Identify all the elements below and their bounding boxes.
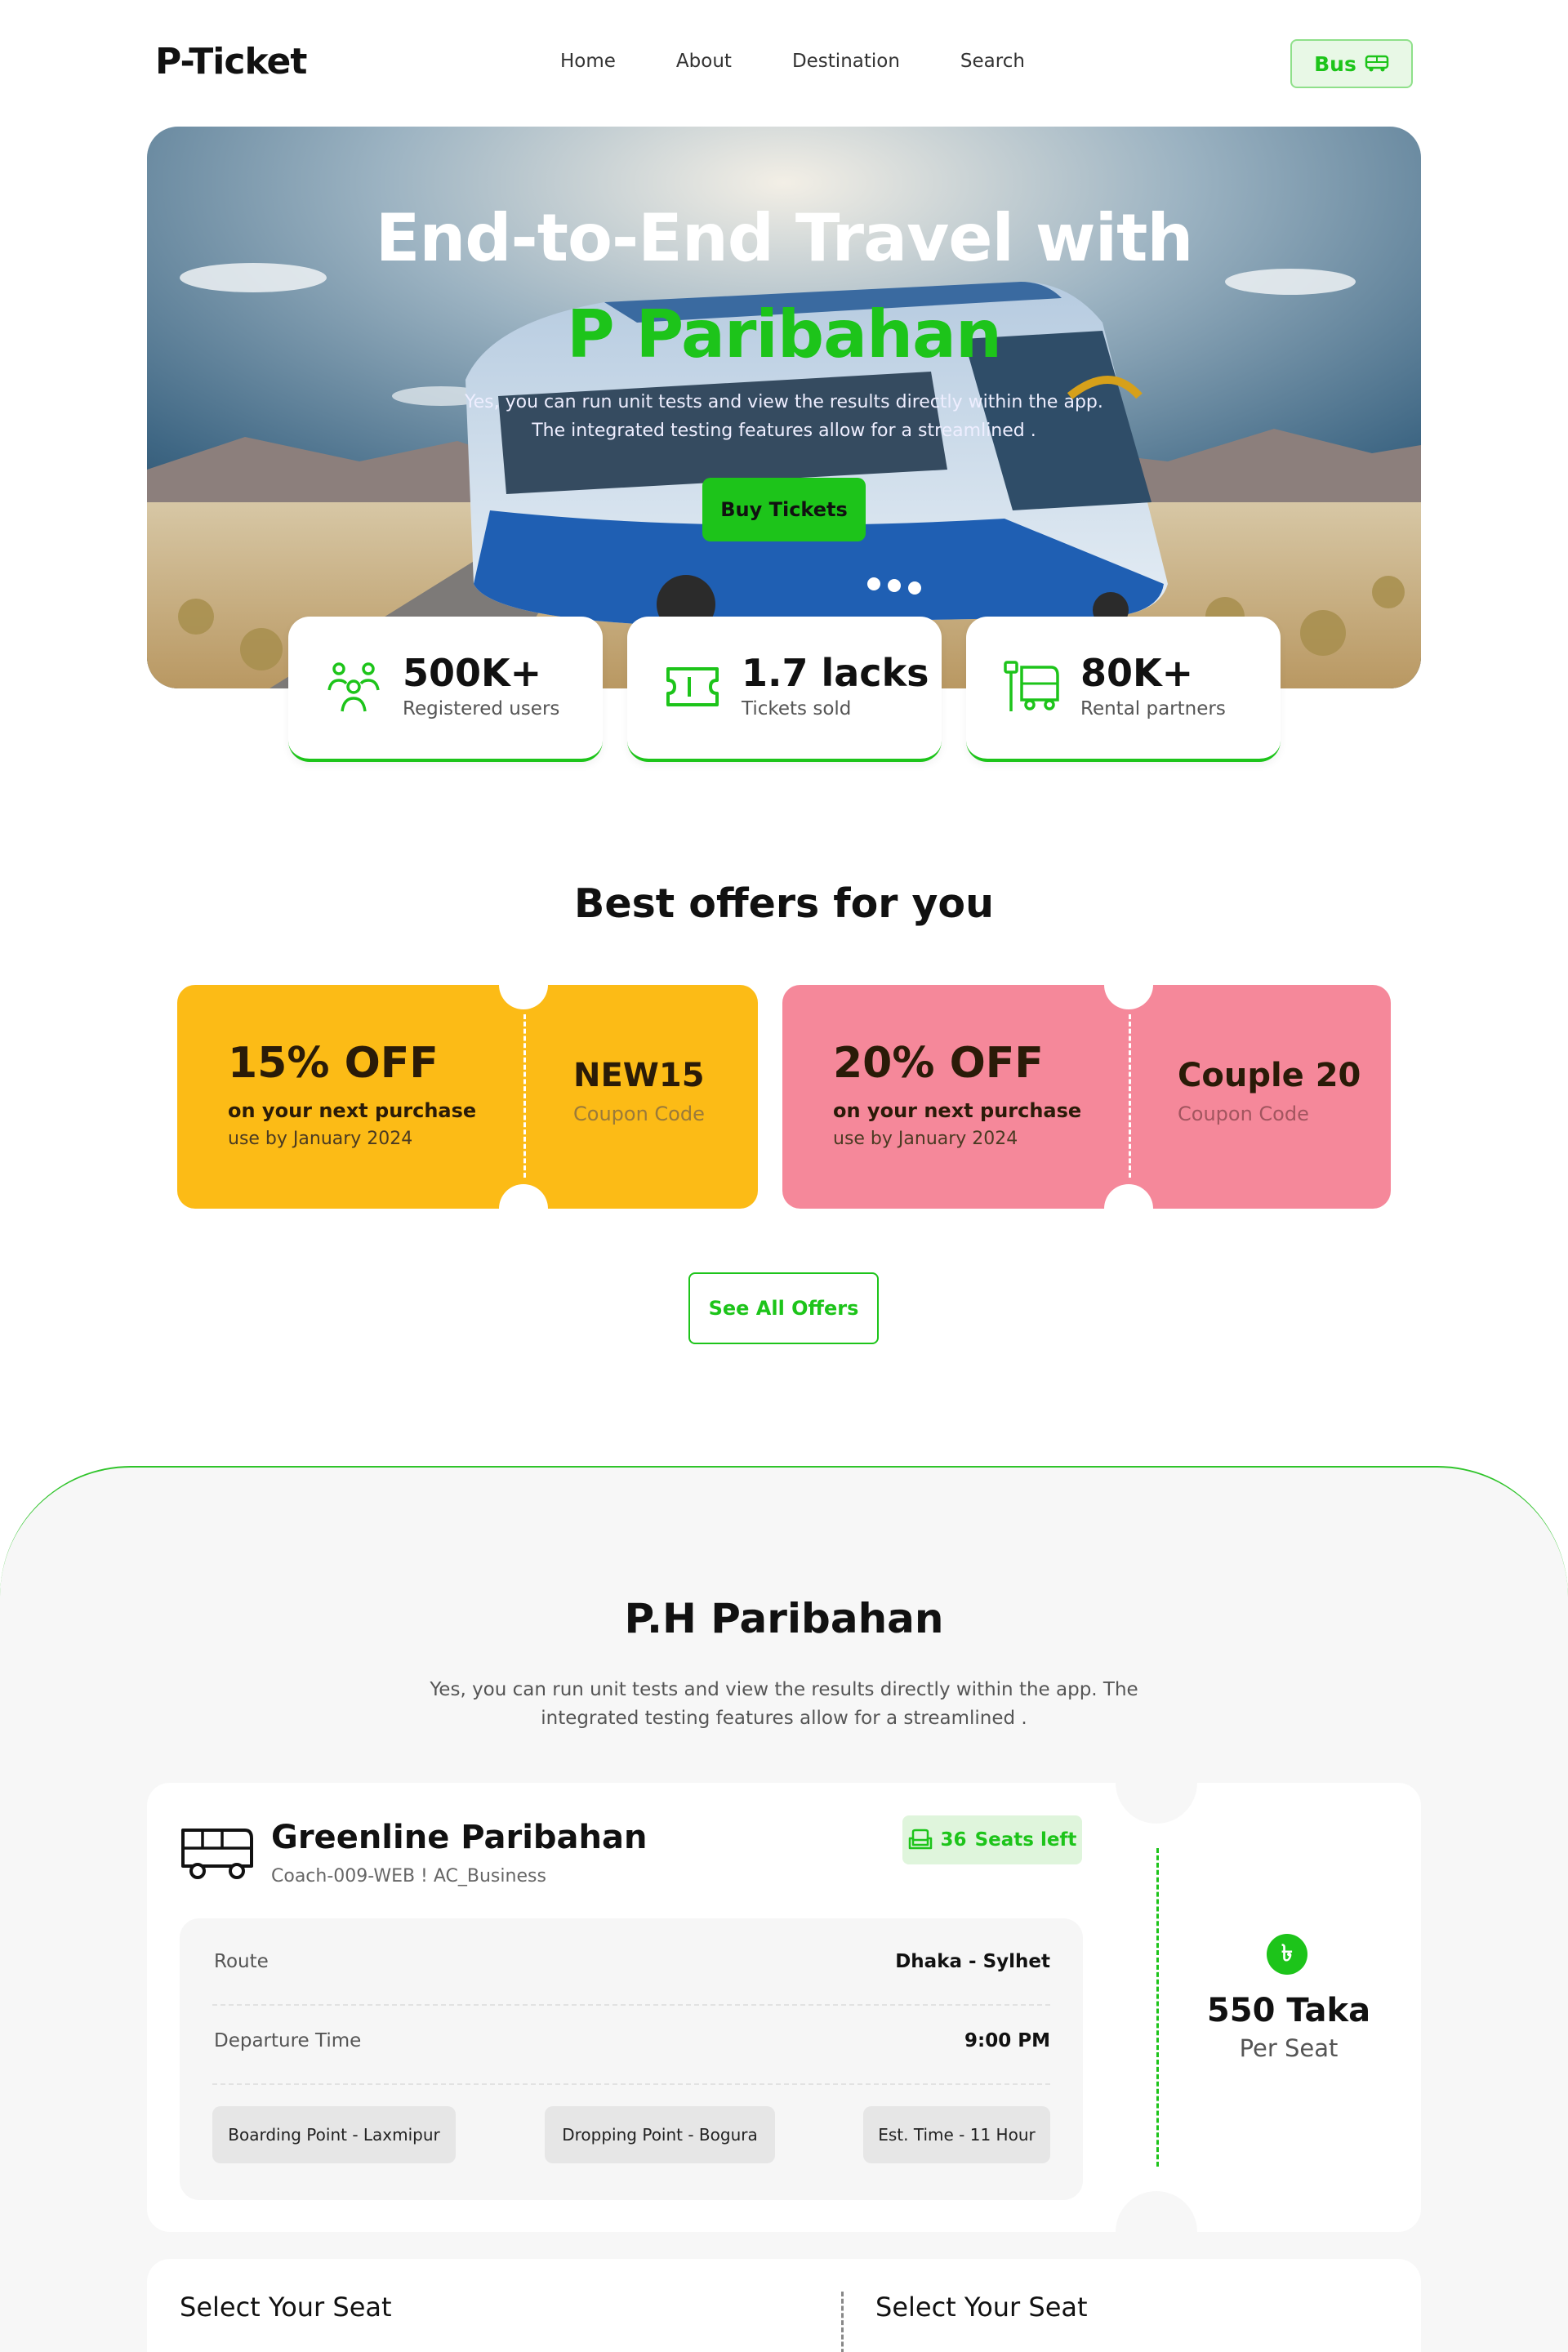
stat-label: Rental partners bbox=[1080, 698, 1226, 719]
departure-value: 9:00 PM bbox=[964, 2030, 1050, 2051]
nav-link-about[interactable]: About bbox=[676, 51, 732, 72]
ticket-price: 550 Taka bbox=[1206, 1992, 1371, 2029]
stat-label: Registered users bbox=[403, 698, 560, 719]
coupon-notch bbox=[499, 1184, 548, 1209]
info-divider bbox=[212, 2083, 1050, 2085]
top-navbar: P-Ticket Home About Destination Search B… bbox=[0, 0, 1568, 126]
trip-info-panel: Route Dhaka - Sylhet Departure Time 9:00… bbox=[180, 1918, 1083, 2200]
hero-description: Yes, you can run unit tests and view the… bbox=[465, 392, 1103, 441]
paribahan-description: Yes, you can run unit tests and view the… bbox=[430, 1679, 1138, 1729]
coupon-validity: use by January 2024 bbox=[228, 1129, 413, 1149]
coupon-code-label: Coupon Code bbox=[1178, 1102, 1309, 1125]
ticket-icon bbox=[666, 667, 719, 706]
coupon-code: NEW15 bbox=[573, 1057, 705, 1094]
bus-icon bbox=[181, 1829, 253, 1879]
route-value: Dhaka - Sylhet bbox=[895, 1951, 1050, 1972]
select-seat-title: Select Your Seat bbox=[180, 2292, 392, 2323]
bus-company-name: Greenline Paribahan bbox=[271, 1819, 648, 1856]
bus-icon bbox=[1365, 55, 1389, 72]
coupon-divider bbox=[1129, 1014, 1131, 1178]
boarding-point-pill: Boarding Point - Laxmipur bbox=[212, 2106, 456, 2163]
seats-label: Seats left bbox=[974, 1829, 1077, 1851]
coupon-subtitle: on your next purchase bbox=[833, 1099, 1082, 1122]
route-label: Route bbox=[214, 1951, 269, 1972]
select-seat-title: Select Your Seat bbox=[875, 2292, 1088, 2323]
bus-button[interactable]: Bus bbox=[1290, 39, 1413, 88]
ticket-notch bbox=[1116, 2191, 1197, 2232]
taka-icon: ৳ bbox=[1267, 1934, 1307, 1975]
est-time-pill: Est. Time - 11 Hour bbox=[863, 2106, 1050, 2163]
coupon-code-label: Coupon Code bbox=[573, 1102, 705, 1125]
hero-title: End-to-End Travel with bbox=[375, 200, 1194, 276]
coupon-divider bbox=[523, 1014, 526, 1178]
ticket-notch bbox=[1116, 1783, 1197, 1824]
seats-left-badge: 36 Seats left bbox=[902, 1815, 1082, 1864]
price-unit: Per Seat bbox=[1239, 2034, 1339, 2062]
buy-tickets-button[interactable]: Buy Tickets bbox=[702, 478, 866, 541]
coupon-notch bbox=[1104, 1184, 1153, 1209]
seat-selection-panel: Select Your Seat Select Your Seat bbox=[147, 2259, 1421, 2352]
stat-value: 80K+ bbox=[1080, 651, 1194, 695]
bus-button-label: Bus bbox=[1314, 51, 1356, 76]
coupon-discount: 20% OFF bbox=[833, 1039, 1044, 1088]
users-icon bbox=[327, 662, 380, 712]
stat-value: 1.7 lacks bbox=[742, 651, 929, 695]
paribahan-title: P.H Paribahan bbox=[624, 1595, 944, 1642]
nav-link-home[interactable]: Home bbox=[560, 51, 616, 72]
bus-ticket-card: Greenline Paribahan Coach-009-WEB ! AC_B… bbox=[147, 1783, 1421, 2232]
bus-stop-icon bbox=[1004, 661, 1059, 711]
departure-label: Departure Time bbox=[214, 2030, 362, 2051]
coupon-notch bbox=[499, 985, 548, 1009]
coupon-code: Couple 20 bbox=[1178, 1057, 1361, 1094]
stat-value: 500K+ bbox=[403, 651, 542, 695]
seat-icon bbox=[908, 1829, 932, 1850]
coupon-validity: use by January 2024 bbox=[833, 1129, 1018, 1149]
site-logo[interactable]: P-Ticket bbox=[155, 41, 307, 82]
nav-link-search[interactable]: Search bbox=[960, 51, 1025, 72]
seat-panel-divider bbox=[841, 2292, 844, 2352]
see-all-offers-button[interactable]: See All Offers bbox=[688, 1272, 879, 1344]
coupon-notch bbox=[1104, 985, 1153, 1009]
main-menu: Home About Destination Search bbox=[560, 51, 1085, 72]
seats-count: 36 bbox=[940, 1829, 967, 1851]
nav-link-destination[interactable]: Destination bbox=[792, 51, 900, 72]
bus-coach-code: Coach-009-WEB ! AC_Business bbox=[271, 1866, 546, 1886]
stat-card-tickets: 1.7 lacks Tickets sold bbox=[627, 617, 942, 762]
coupon-card[interactable]: 20% OFF on your next purchase use by Jan… bbox=[782, 985, 1391, 1209]
stat-card-users: 500K+ Registered users bbox=[288, 617, 603, 762]
stat-label: Tickets sold bbox=[742, 698, 852, 719]
offers-section-title: Best offers for you bbox=[574, 880, 994, 927]
info-divider bbox=[212, 2004, 1050, 2006]
coupon-subtitle: on your next purchase bbox=[228, 1099, 477, 1122]
coupon-discount: 15% OFF bbox=[228, 1039, 439, 1088]
stat-card-partners: 80K+ Rental partners bbox=[966, 617, 1281, 762]
dropping-point-pill: Dropping Point - Bogura bbox=[545, 2106, 775, 2163]
hero-banner: End-to-End Travel with P Paribahan Yes, … bbox=[147, 127, 1421, 688]
coupon-card[interactable]: 15% OFF on your next purchase use by Jan… bbox=[177, 985, 758, 1209]
hero-title-brand: P Paribahan bbox=[567, 296, 1002, 372]
